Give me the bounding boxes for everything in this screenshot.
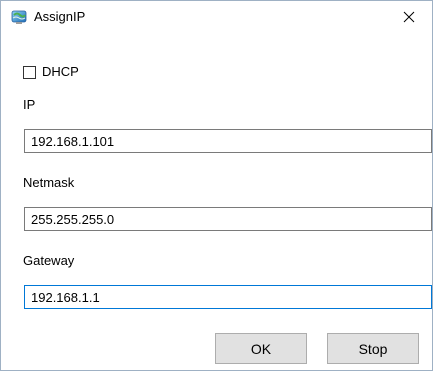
network-globe-icon bbox=[11, 9, 27, 25]
assignip-dialog: AssignIP DHCP IP Netmask Gateway OK Stop bbox=[0, 0, 433, 371]
close-icon bbox=[403, 11, 415, 23]
title-bar[interactable]: AssignIP bbox=[1, 1, 432, 33]
netmask-input[interactable] bbox=[24, 207, 432, 231]
window-title: AssignIP bbox=[34, 9, 86, 24]
ip-label: IP bbox=[23, 97, 36, 112]
ok-button[interactable]: OK bbox=[215, 333, 307, 364]
dhcp-checkbox[interactable] bbox=[23, 65, 36, 79]
gateway-label: Gateway bbox=[23, 253, 75, 268]
gateway-input[interactable] bbox=[24, 285, 432, 309]
dhcp-row[interactable]: DHCP bbox=[23, 64, 79, 80]
stop-button[interactable]: Stop bbox=[327, 333, 419, 364]
close-button[interactable] bbox=[386, 1, 432, 33]
ip-input[interactable] bbox=[24, 129, 432, 153]
dhcp-label[interactable]: DHCP bbox=[42, 64, 79, 80]
netmask-label: Netmask bbox=[23, 175, 75, 190]
